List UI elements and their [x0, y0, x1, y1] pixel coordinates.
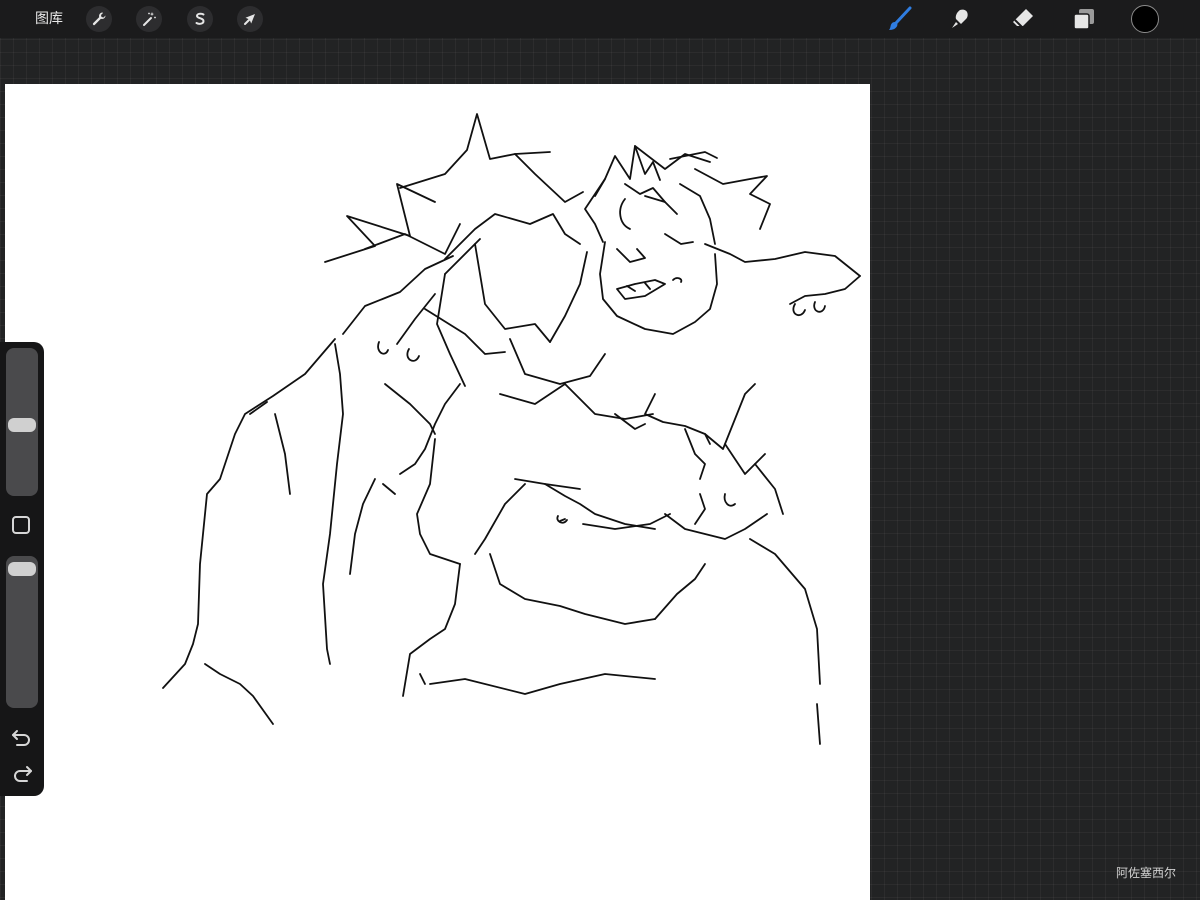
redo-button[interactable] — [8, 762, 36, 786]
sketch-artwork — [162, 113, 861, 745]
layers-icon — [1073, 9, 1094, 30]
smudge-tool[interactable] — [946, 4, 976, 34]
modify-button[interactable] — [12, 516, 30, 534]
redo-icon — [14, 766, 32, 782]
selection-button[interactable] — [187, 6, 213, 32]
undo-button[interactable] — [8, 726, 36, 750]
brush-tool[interactable] — [885, 4, 915, 34]
brush-size-slider[interactable] — [6, 348, 38, 496]
arrow-cursor-icon — [244, 14, 255, 25]
smudge-icon — [952, 9, 968, 28]
transform-button[interactable] — [237, 6, 263, 32]
top-toolbar: 图库 — [0, 0, 1200, 38]
adjustments-button[interactable] — [136, 6, 162, 32]
opacity-slider[interactable] — [6, 556, 38, 708]
watermark-text: 阿佐塞西尔 — [1116, 866, 1177, 880]
actions-button[interactable] — [86, 6, 112, 32]
gallery-button[interactable]: 图库 — [35, 10, 63, 28]
brush-size-thumb[interactable] — [8, 417, 36, 432]
selection-icon — [195, 12, 205, 25]
undo-icon — [12, 730, 30, 746]
drawing-canvas[interactable] — [5, 84, 870, 900]
layers-tool[interactable] — [1069, 4, 1099, 34]
wrench-icon — [92, 12, 106, 26]
color-picker[interactable] — [1131, 5, 1159, 33]
magic-wand-icon — [143, 12, 156, 26]
opacity-thumb[interactable] — [8, 562, 36, 577]
brush-icon — [889, 6, 912, 30]
side-bar — [0, 342, 44, 796]
eraser-icon — [1013, 9, 1033, 28]
eraser-tool[interactable] — [1008, 4, 1038, 34]
